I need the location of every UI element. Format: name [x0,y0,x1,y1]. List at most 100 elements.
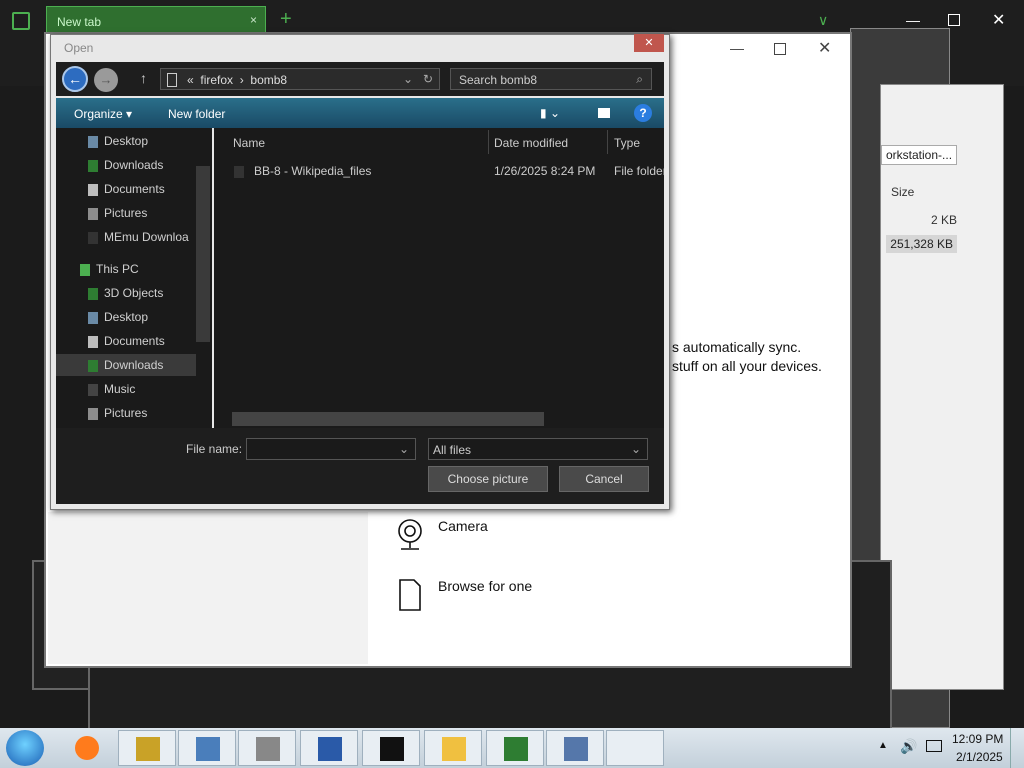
address-bar[interactable]: « firefox › bomb8 ⌄ ↻ [160,68,440,90]
folder-icon [234,166,244,178]
column-header-date-modified[interactable]: Date modified [494,136,568,150]
taskbar-app-button[interactable] [546,730,604,766]
settings-minimize-button[interactable]: — [730,40,744,56]
volume-icon[interactable]: 🔊 [900,738,917,755]
documents-icon [88,335,98,348]
nav-item[interactable]: Desktop [88,310,148,324]
chevron-down-icon[interactable]: ⌄ [403,72,413,86]
address-bar-fragment[interactable]: orkstation-... [881,145,958,165]
clock-time[interactable]: 12:09 PM [952,732,1003,746]
tab-list-icon[interactable] [12,12,30,30]
taskbar-app-button[interactable] [424,730,482,766]
nav-item-label: 3D Objects [104,286,164,300]
nav-item[interactable]: 3D Objects [88,286,163,300]
nav-item[interactable]: Desktop [88,134,148,148]
nav-item[interactable]: Documents [88,334,165,348]
camera-icon[interactable] [395,518,425,552]
up-arrow-icon[interactable]: ↑ [140,70,147,86]
cancel-button[interactable]: Cancel [559,466,649,492]
horizontal-scrollbar[interactable] [232,412,544,426]
new-tab-button[interactable]: + [280,8,292,31]
file-name[interactable]: BB-8 - Wikipedia_files [254,164,371,178]
file-name-label: File name: [186,442,243,456]
file-type-select[interactable]: All files ⌄ [428,438,648,460]
search-input[interactable]: Search bomb8 ⌕ [450,68,652,90]
search-placeholder: Search bomb8 [459,73,538,87]
column-divider[interactable] [607,130,608,154]
browser-minimize-button[interactable]: — [906,12,920,28]
settings-close-button[interactable]: ✕ [818,38,831,58]
documents-icon [88,183,98,196]
camera-option[interactable]: Camera [438,518,488,534]
nav-item[interactable]: MEmu Downloa [88,230,189,244]
network-icon[interactable] [926,740,942,752]
nav-scrollbar[interactable] [196,166,210,342]
refresh-icon[interactable]: ↻ [423,72,433,86]
browser-close-button[interactable]: ✕ [992,10,1005,30]
settings-sidebar [48,512,368,664]
folder-icon [88,231,98,244]
nav-item[interactable]: Downloads [88,358,163,372]
start-button[interactable] [6,730,44,766]
organize-button[interactable]: Organize ▾ [74,107,132,121]
back-arrow-icon[interactable]: ← [62,66,88,92]
taskbar-app-button[interactable] [362,730,420,766]
clock-date[interactable]: 2/1/2025 [956,750,1003,764]
settings-maximize-button[interactable] [774,43,786,55]
chevron-up-icon[interactable]: ▲ [878,740,888,751]
new-folder-button[interactable]: New folder [168,107,225,121]
nav-item[interactable]: Pictures [88,406,147,420]
breadcrumb: « firefox › bomb8 [187,73,287,87]
breadcrumb-item[interactable]: firefox [200,73,233,87]
taskbar-app-button[interactable] [606,730,664,766]
dialog-close-button[interactable]: ✕ [634,34,664,52]
preview-pane-icon[interactable] [598,108,610,118]
size-column-header[interactable]: Size [891,185,914,199]
nav-item-label: Desktop [104,310,149,324]
3d-objects-icon [88,287,98,300]
file-type-value: All files [433,443,472,457]
breadcrumb-overflow[interactable]: « [187,73,194,87]
pictures-icon [88,407,98,420]
file-icon[interactable] [398,578,422,612]
view-options-icon[interactable]: ▮ ⌄ [540,106,560,120]
taskbar-app-button[interactable] [58,730,116,766]
desktop-icon [88,311,98,324]
nav-item[interactable]: This PC [80,262,139,276]
show-desktop-button[interactable] [1010,728,1024,768]
nav-item[interactable]: Downloads [88,158,163,172]
choose-picture-button[interactable]: Choose picture [428,466,548,492]
remote-desktop-icon [196,737,220,761]
chevron-down-icon[interactable]: ∨ [818,12,828,29]
nav-item-label: Documents [104,182,165,196]
help-icon[interactable]: ? [634,104,652,122]
column-header-type[interactable]: Type [614,136,640,150]
folder-icon [167,73,177,87]
nav-item-label: Pictures [104,406,148,420]
forward-arrow-icon[interactable]: → [94,68,118,92]
tab-close-icon[interactable]: × [250,13,257,27]
settings-gear-icon [256,737,280,761]
taskbar-app-button[interactable] [300,730,358,766]
taskbar-app-button[interactable] [178,730,236,766]
file-explorer-icon [442,737,466,761]
desktop-icon [88,135,98,148]
chevron-down-icon[interactable]: ⌄ [399,442,409,456]
column-header-name[interactable]: Name [233,136,265,150]
browse-option[interactable]: Browse for one [438,578,532,594]
nav-item-label: Music [104,382,136,396]
terminal-icon [380,737,404,761]
nav-item[interactable]: Pictures [88,206,147,220]
file-name-input[interactable]: ⌄ [246,438,416,460]
taskbar-app-button[interactable] [118,730,176,766]
nav-item[interactable]: Documents [88,182,165,196]
sync-line: stuff on all your devices. [672,358,822,374]
browser-maximize-button[interactable] [948,14,960,26]
chevron-down-icon[interactable]: ⌄ [631,442,641,456]
breadcrumb-separator[interactable]: › [240,73,244,87]
nav-item[interactable]: Music [88,382,135,396]
breadcrumb-item[interactable]: bomb8 [250,73,287,87]
taskbar-app-button[interactable] [238,730,296,766]
taskbar-app-button[interactable] [486,730,544,766]
column-divider[interactable] [488,130,489,154]
